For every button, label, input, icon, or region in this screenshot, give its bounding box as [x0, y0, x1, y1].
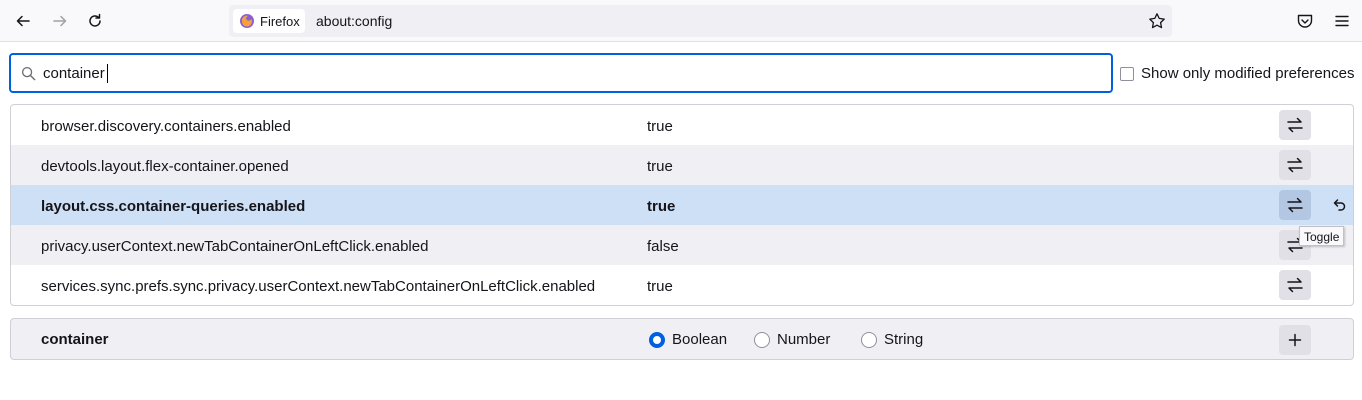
pref-row[interactable]: privacy.userContext.newTabContainerOnLef…	[11, 225, 1353, 265]
pref-row[interactable]: browser.discovery.containers.enabled tru…	[11, 105, 1353, 145]
preferences-table: browser.discovery.containers.enabled tru…	[10, 104, 1354, 306]
type-radio-number[interactable]: Number	[754, 331, 830, 348]
back-icon	[16, 15, 30, 27]
toggle-icon	[1287, 197, 1303, 213]
url-text[interactable]: about:config	[316, 13, 392, 29]
radio-boolean-label: Boolean	[672, 331, 728, 348]
reset-button[interactable]	[1327, 193, 1351, 217]
pref-value: true	[647, 118, 673, 135]
type-radio-string[interactable]: String	[861, 331, 923, 348]
pref-name: services.sync.prefs.sync.privacy.userCon…	[41, 278, 596, 295]
plus-icon	[1288, 333, 1302, 347]
menu-icon[interactable]	[1333, 12, 1351, 30]
forward-icon	[53, 15, 67, 27]
star-icon[interactable]	[1148, 12, 1166, 30]
add-pref-row: container Boolean Number String	[10, 318, 1354, 360]
pref-value: true	[647, 278, 673, 295]
radio-number[interactable]	[754, 331, 770, 348]
toggle-icon	[1287, 117, 1303, 133]
back-button[interactable]	[8, 6, 38, 36]
url-bar[interactable]: Firefox about:config	[229, 5, 1172, 37]
toggle-icon	[1287, 277, 1303, 293]
browser-toolbar: Firefox about:config	[0, 0, 1362, 42]
reload-button[interactable]	[80, 6, 110, 36]
pref-row-modified[interactable]: layout.css.container-queries.enabled tru…	[11, 185, 1353, 225]
radio-string[interactable]	[861, 331, 877, 348]
undo-icon	[1333, 199, 1346, 211]
forward-button[interactable]	[45, 6, 75, 36]
type-radio-boolean[interactable]: Boolean	[649, 331, 727, 348]
text-caret	[107, 64, 108, 83]
pref-name: privacy.userContext.newTabContainerOnLef…	[41, 238, 429, 255]
radio-number-label: Number	[777, 331, 831, 348]
show-modified-label: Show only modified preferences	[1141, 65, 1355, 82]
search-input[interactable]	[43, 63, 1083, 83]
pref-name: layout.css.container-queries.enabled	[41, 198, 306, 215]
show-modified-checkbox[interactable]	[1120, 66, 1134, 81]
pref-row[interactable]: devtools.layout.flex-container.opened tr…	[11, 145, 1353, 185]
pref-row[interactable]: services.sync.prefs.sync.privacy.userCon…	[11, 265, 1353, 305]
toggle-button[interactable]	[1279, 110, 1311, 140]
reload-icon	[89, 13, 101, 27]
toggle-button[interactable]	[1279, 270, 1311, 300]
pref-value: false	[647, 238, 679, 255]
search-box[interactable]	[9, 53, 1113, 93]
identity-label: Firefox	[260, 13, 300, 29]
toggle-tooltip: Toggle	[1299, 226, 1345, 246]
pocket-icon[interactable]	[1296, 12, 1314, 30]
new-pref-name: container	[41, 331, 109, 348]
pref-name: devtools.layout.flex-container.opened	[41, 158, 289, 175]
toggle-button[interactable]	[1279, 190, 1311, 220]
show-modified-toggle[interactable]: Show only modified preferences	[1120, 65, 1354, 82]
pref-value: true	[647, 158, 673, 175]
pref-value: true	[647, 198, 676, 215]
radio-string-label: String	[884, 331, 924, 348]
identity-box[interactable]: Firefox	[233, 9, 305, 33]
pref-name: browser.discovery.containers.enabled	[41, 118, 291, 135]
add-button[interactable]	[1279, 325, 1311, 355]
radio-boolean[interactable]	[649, 331, 665, 348]
search-icon	[21, 66, 36, 81]
toggle-button[interactable]	[1279, 150, 1311, 180]
firefox-icon	[240, 14, 254, 28]
toggle-icon	[1287, 157, 1303, 173]
